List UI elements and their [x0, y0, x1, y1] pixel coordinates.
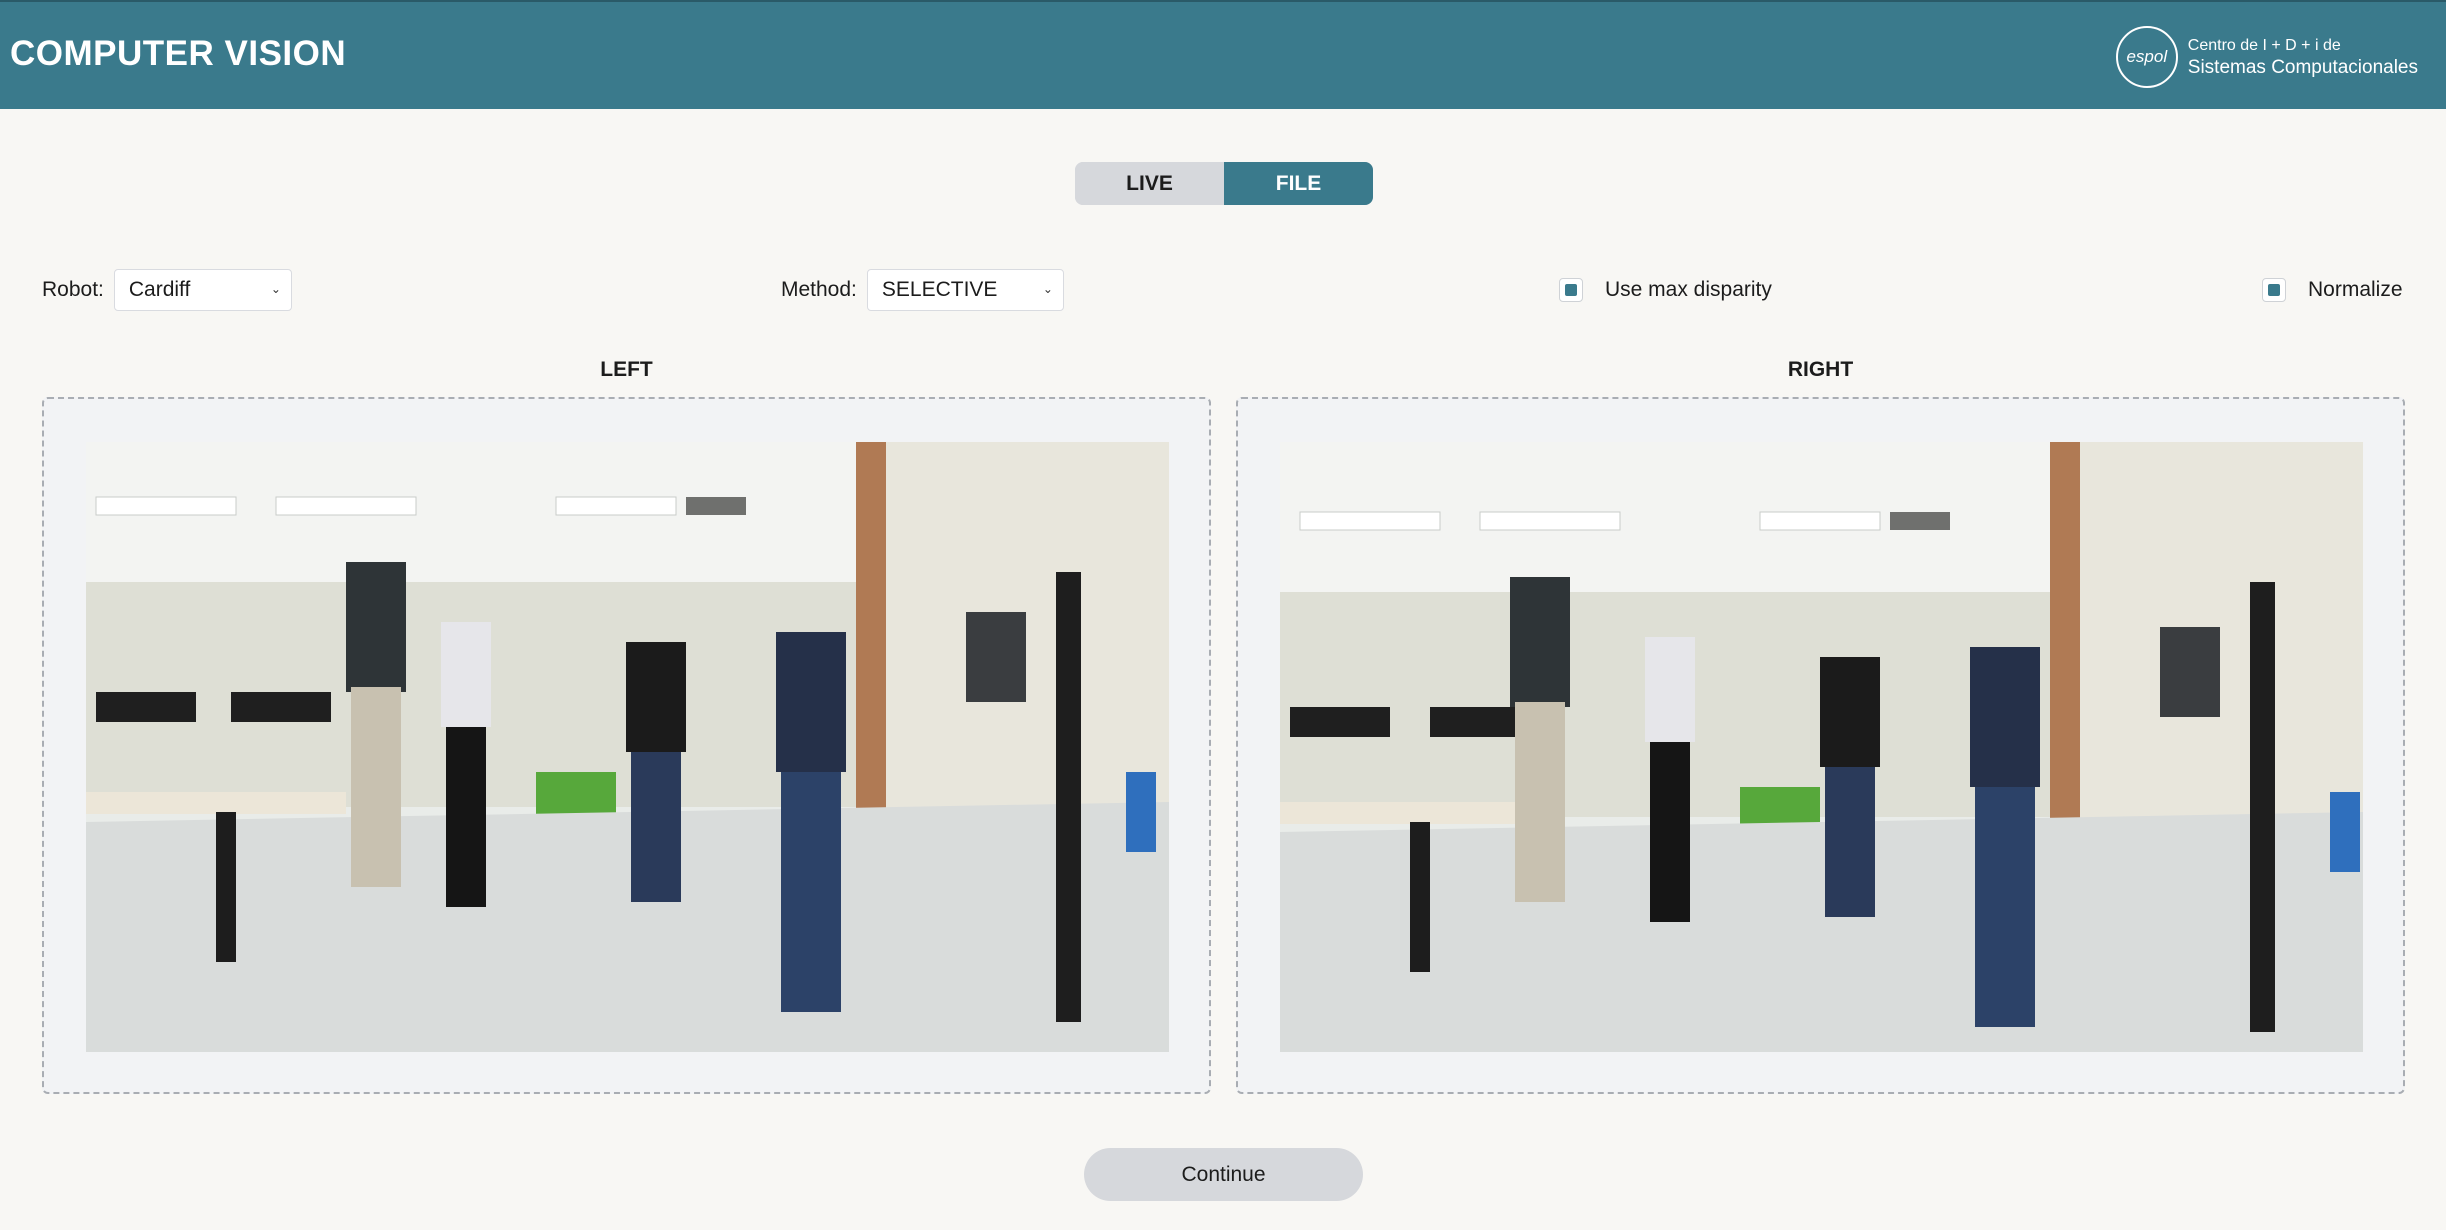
brand: espol Centro de I + D + i de Sistemas Co… [2115, 26, 2418, 88]
office-scene-left [86, 442, 1169, 1052]
continue-button[interactable]: Continue [1084, 1148, 1363, 1201]
espol-logo-icon: espol [2115, 26, 2178, 88]
checkbox-checked-icon [1565, 284, 1577, 296]
max-disparity-label: Use max disparity [1605, 278, 1772, 301]
left-image-dropzone[interactable] [42, 397, 1211, 1094]
method-select[interactable]: SELECTIVE ⌄ [866, 269, 1064, 311]
left-panel-title: LEFT [600, 358, 653, 381]
method-label: Method: [781, 278, 857, 301]
normalize-checkbox[interactable] [2262, 278, 2286, 302]
normalize-label: Normalize [2308, 278, 2403, 301]
brand-text: Centro de I + D + i de Sistemas Computac… [2188, 35, 2418, 79]
method-control: Method: SELECTIVE ⌄ [781, 269, 1064, 311]
brand-line-1: Centro de I + D + i de [2187, 37, 2341, 54]
max-disparity-control: Use max disparity [1559, 278, 1772, 302]
max-disparity-checkbox[interactable] [1559, 278, 1583, 302]
left-image [86, 442, 1169, 1052]
robot-control: Robot: Cardiff ⌄ [42, 269, 292, 311]
normalize-control: Normalize [2262, 278, 2403, 302]
right-image-dropzone[interactable] [1236, 397, 2405, 1094]
mode-toggle: LIVE FILE [1075, 162, 1373, 205]
chevron-down-icon: ⌄ [270, 282, 281, 296]
app-header: COMPUTER VISION espol Centro de I + D + … [0, 0, 2446, 109]
office-scene-right [1280, 442, 2363, 1052]
right-image [1280, 442, 2363, 1052]
app-title: COMPUTER VISION [10, 34, 347, 73]
robot-label: Robot: [42, 278, 104, 301]
file-tab[interactable]: FILE [1224, 162, 1373, 205]
chevron-down-icon: ⌄ [1042, 282, 1053, 296]
checkbox-checked-icon [2268, 284, 2280, 296]
live-tab[interactable]: LIVE [1075, 162, 1224, 205]
robot-select[interactable]: Cardiff ⌄ [113, 269, 292, 311]
brand-line-2: Sistemas Computacionales [2187, 57, 2418, 78]
method-select-value: SELECTIVE [881, 278, 998, 301]
right-panel-title: RIGHT [1787, 358, 1854, 381]
robot-select-value: Cardiff [128, 278, 191, 301]
